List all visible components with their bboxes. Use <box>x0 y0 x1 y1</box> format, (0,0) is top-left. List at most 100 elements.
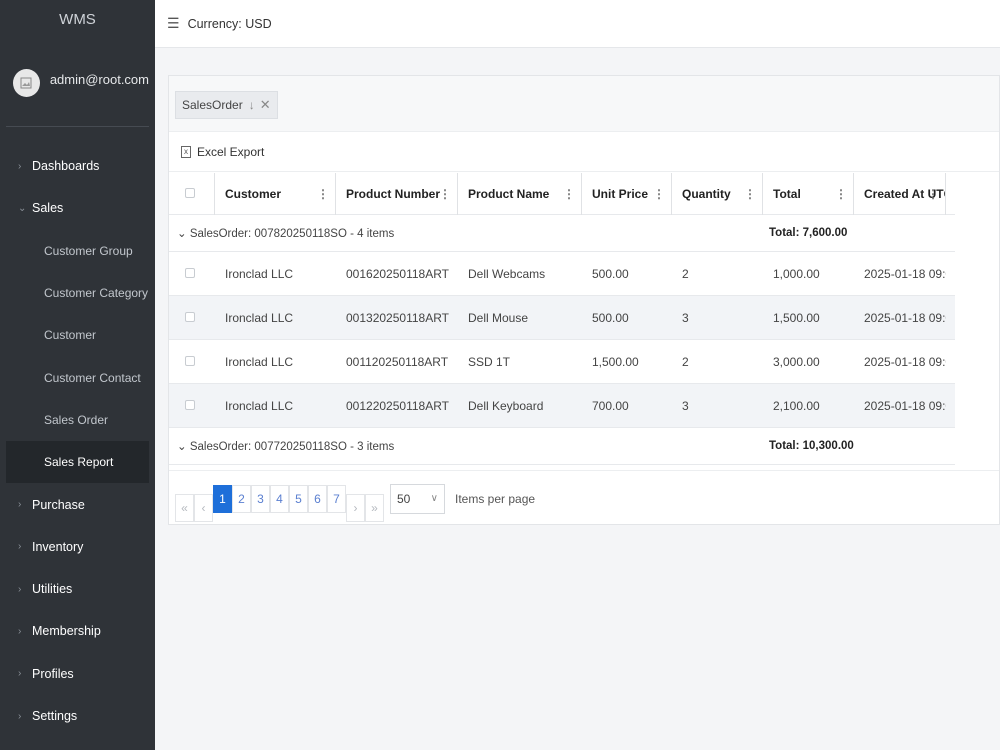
grid-header: Customer ⋮ Product Number ⋮ Product Name ⋮ … <box>169 172 955 215</box>
group-label: SalesOrder: 007720250118SO - 3 items <box>189 441 395 453</box>
next-page-button[interactable]: › <box>346 493 365 522</box>
column-menu-icon[interactable]: ⋮ <box>439 173 451 215</box>
cell-unit-price: 500.00 <box>592 266 629 281</box>
page-button-1[interactable]: 1 <box>213 484 232 513</box>
column-menu-icon[interactable]: ⋮ <box>744 173 756 215</box>
sidebar: WMS admin@root.com › Dashboards ⌄ Sales Cu… <box>0 0 155 750</box>
user-profile[interactable]: admin@root.com <box>6 45 149 127</box>
sidebar-item-customer-group[interactable]: Customer Group <box>0 230 155 272</box>
sidebar-item-sales[interactable]: ⌄ Sales <box>0 187 155 229</box>
sidebar-item-sales-report[interactable]: Sales Report <box>6 441 149 484</box>
cell-product-number: 001320250118ART <box>346 310 449 325</box>
excel-export-button[interactable]: Excel Export <box>197 145 264 159</box>
cell-product-number: 001120250118ART <box>346 354 449 369</box>
last-page-button[interactable]: » <box>365 493 384 522</box>
arrow-down-icon[interactable]: ↓ <box>249 98 255 112</box>
cell-created: 2025-01-18 09:04 <box>864 398 946 413</box>
column-header-product-name[interactable]: Product Name ⋮ <box>458 172 582 215</box>
column-header-unit-price[interactable]: Unit Price ⋮ <box>582 172 672 215</box>
chevron-right-icon: › <box>18 541 22 553</box>
cell-unit-price: 700.00 <box>592 398 629 413</box>
cell-total: 3,000.00 <box>773 354 820 369</box>
cell-customer: Ironclad LLC <box>225 310 294 325</box>
row-checkbox[interactable] <box>169 355 215 369</box>
sidebar-item-label: Dashboards <box>32 159 100 174</box>
sales-report-panel: SalesOrder ↓ ✕ x Excel Export Customer ⋮ … <box>168 75 1000 525</box>
group-total: Total: 7,600.00 <box>769 227 848 239</box>
column-header-product-number[interactable]: Product Number ⋮ <box>336 172 458 215</box>
close-icon[interactable]: ✕ <box>260 97 271 113</box>
cell-total: 2,100.00 <box>773 398 820 413</box>
sidebar-item-profiles[interactable]: › Profiles <box>0 653 155 695</box>
page-button-6[interactable]: 6 <box>308 484 327 513</box>
column-header-customer[interactable]: Customer ⋮ <box>215 172 336 215</box>
page-button-5[interactable]: 5 <box>289 484 308 513</box>
cell-customer: Ironclad LLC <box>225 266 294 281</box>
page-button-2[interactable]: 2 <box>232 484 251 513</box>
prev-page-button[interactable]: ‹ <box>194 493 213 522</box>
currency-label: Currency: USD <box>187 16 272 31</box>
sidebar-item-sales-order[interactable]: Sales Order <box>0 399 155 441</box>
cell-customer: Ironclad LLC <box>225 354 294 369</box>
pager: « ‹ 1 2 3 4 5 6 7 › » 50 ∨ Items per page <box>169 470 999 526</box>
column-menu-icon[interactable]: ⋮ <box>835 173 847 215</box>
sidebar-item-label: Purchase <box>32 497 85 512</box>
sidebar-item-dashboards[interactable]: › Dashboards <box>0 145 155 187</box>
cell-quantity: 3 <box>682 398 689 413</box>
sidebar-item-label: Inventory <box>32 539 84 554</box>
app-title: WMS <box>59 11 96 28</box>
group-chip-label: SalesOrder <box>182 98 243 112</box>
cell-product-name: SSD 1T <box>468 354 511 369</box>
column-header-quantity[interactable]: Quantity ⋮ <box>672 172 763 215</box>
column-menu-icon[interactable]: ⋮ <box>653 173 665 215</box>
group-row[interactable]: ⌄ SalesOrder: 007720250118SO - 3 items T… <box>169 428 955 465</box>
chevron-down-icon[interactable]: ⌄ <box>177 441 190 453</box>
row-checkbox[interactable] <box>169 399 215 413</box>
cell-unit-price: 1,500.00 <box>592 354 639 369</box>
page-size-select[interactable]: 50 ∨ <box>390 483 445 514</box>
group-label: SalesOrder: 007820250118SO - 4 items <box>189 228 395 240</box>
items-per-page-label: Items per page <box>455 491 536 506</box>
cell-product-name: Dell Webcams <box>468 266 546 281</box>
sidebar-item-customer[interactable]: Customer <box>0 314 155 356</box>
column-menu-icon[interactable]: ⋮ <box>317 173 329 215</box>
cell-quantity: 2 <box>682 354 689 369</box>
chevron-right-icon: › <box>18 625 22 637</box>
page-button-3[interactable]: 3 <box>251 484 270 513</box>
chevron-down-icon[interactable]: ⌄ <box>177 228 190 240</box>
chevron-down-icon: ∨ <box>430 493 438 504</box>
sidebar-item-settings[interactable]: › Settings <box>0 695 155 737</box>
table-row[interactable]: Ironclad LLC 001320250118ART Dell Mouse … <box>169 296 955 340</box>
row-checkbox[interactable] <box>169 311 215 325</box>
cell-quantity: 2 <box>682 266 689 281</box>
sidebar-item-label: Utilities <box>32 582 73 597</box>
column-header-total[interactable]: Total ⋮ <box>763 172 854 215</box>
select-all-checkbox[interactable] <box>169 172 215 215</box>
cell-quantity: 3 <box>682 310 689 325</box>
group-chip-salesorder[interactable]: SalesOrder ↓ ✕ <box>175 91 278 119</box>
data-grid: Customer ⋮ Product Number ⋮ Product Name ⋮ … <box>169 172 955 465</box>
page-button-4[interactable]: 4 <box>270 484 289 513</box>
sidebar-nav: › Dashboards ⌄ Sales Customer Group Custom… <box>0 145 155 737</box>
topbar: ☰ Currency: USD <box>155 0 1000 48</box>
column-header-created-at[interactable]: Created At UTC ⋮ <box>854 172 946 215</box>
image-icon <box>20 77 32 89</box>
first-page-button[interactable]: « <box>175 493 194 522</box>
group-row[interactable]: ⌄ SalesOrder: 007820250118SO - 4 items T… <box>169 215 955 252</box>
row-checkbox[interactable] <box>169 267 215 281</box>
sidebar-item-label: Membership <box>32 624 101 639</box>
hamburger-menu-icon[interactable]: ☰ <box>167 15 180 32</box>
sidebar-item-customer-category[interactable]: Customer Category <box>0 272 155 314</box>
sidebar-item-utilities[interactable]: › Utilities <box>0 568 155 610</box>
column-menu-icon[interactable]: ⋮ <box>563 173 575 215</box>
excel-icon: x <box>181 145 191 158</box>
column-menu-icon[interactable]: ⋮ <box>927 173 939 215</box>
sidebar-item-customer-contact[interactable]: Customer Contact <box>0 356 155 398</box>
sidebar-item-purchase[interactable]: › Purchase <box>0 483 155 525</box>
table-row[interactable]: Ironclad LLC 001120250118ART SSD 1T 1,50… <box>169 340 955 384</box>
sidebar-item-inventory[interactable]: › Inventory <box>0 526 155 568</box>
table-row[interactable]: Ironclad LLC 001620250118ART Dell Webcam… <box>169 252 955 296</box>
page-button-7[interactable]: 7 <box>327 484 346 513</box>
table-row[interactable]: Ironclad LLC 001220250118ART Dell Keyboa… <box>169 384 955 428</box>
sidebar-item-membership[interactable]: › Membership <box>0 610 155 652</box>
